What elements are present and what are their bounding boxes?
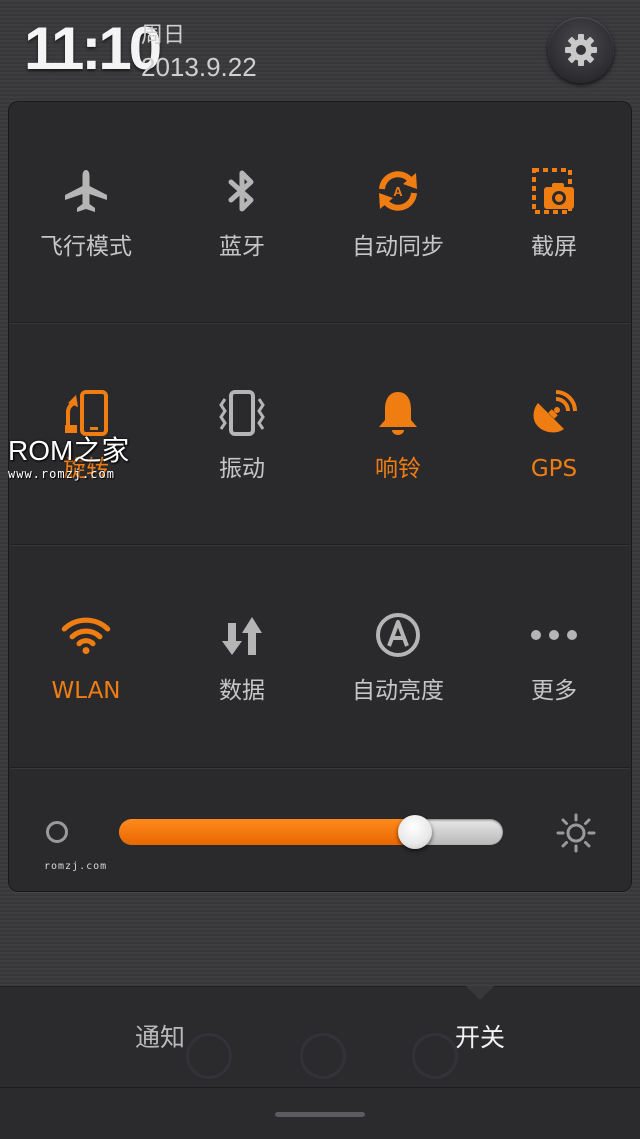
brightness-low-icon xyxy=(46,821,68,843)
gps-icon xyxy=(528,387,580,439)
brightness-slider[interactable] xyxy=(119,819,503,845)
drag-handle[interactable] xyxy=(275,1112,365,1117)
toggle-label: WLAN xyxy=(51,678,121,704)
vibrate-icon xyxy=(216,387,268,439)
bluetooth-icon xyxy=(216,165,268,217)
toggle-screenshot[interactable]: 截屏 xyxy=(476,101,632,323)
toggle-label: 振动 xyxy=(219,456,265,482)
toggle-data[interactable]: 数据 xyxy=(164,545,320,767)
rotate-icon xyxy=(60,387,112,439)
toggle-panel: 飞行模式 蓝牙 A 自动同步 截屏 旋转 振动 响铃 GPS WLAN 数据 自… xyxy=(8,101,632,892)
status-header: 11:10 周日 2013.9.22 xyxy=(0,0,640,100)
watermark-small: romzj.com xyxy=(44,861,108,872)
airplane-icon xyxy=(60,165,112,217)
bell-icon xyxy=(372,387,424,439)
toggle-label: 飞行模式 xyxy=(40,234,132,260)
toggle-more[interactable]: 更多 xyxy=(476,545,632,767)
tab-toggles[interactable]: 开关 xyxy=(380,1021,580,1055)
toggle-wlan[interactable]: WLAN xyxy=(8,545,164,767)
toggle-auto-brightness[interactable]: 自动亮度 xyxy=(320,545,476,767)
toggle-label: 自动亮度 xyxy=(352,678,444,704)
toggle-bluetooth[interactable]: 蓝牙 xyxy=(164,101,320,323)
brightness-row xyxy=(8,769,632,892)
wifi-icon xyxy=(60,609,112,661)
toggle-rotate[interactable]: 旋转 xyxy=(8,323,164,545)
auto-brightness-icon xyxy=(372,609,424,661)
toggle-label: 蓝牙 xyxy=(219,234,265,260)
watermark-url: www.romzj.com xyxy=(8,467,115,481)
gear-icon xyxy=(565,34,597,66)
watermark-logo: ROM之家 xyxy=(8,435,130,466)
toggle-sync[interactable]: A 自动同步 xyxy=(320,101,476,323)
tab-notifications[interactable]: 通知 xyxy=(60,1021,260,1055)
settings-button[interactable] xyxy=(548,17,614,83)
toggle-label: 截屏 xyxy=(531,234,577,260)
data-icon xyxy=(216,609,268,661)
toggle-airplane[interactable]: 飞行模式 xyxy=(8,101,164,323)
toggle-vibrate[interactable]: 振动 xyxy=(164,323,320,545)
brightness-slider-thumb[interactable] xyxy=(397,815,432,849)
toggle-ringer[interactable]: 响铃 xyxy=(320,323,476,545)
svg-text:A: A xyxy=(393,184,403,199)
watermark: ROM之家 www.romzj.com xyxy=(8,436,148,482)
toggle-label: 更多 xyxy=(531,678,577,704)
toggle-label: 数据 xyxy=(219,678,265,704)
more-icon xyxy=(528,609,580,661)
active-tab-indicator xyxy=(466,986,494,1000)
divider xyxy=(0,1087,640,1088)
toggle-gps[interactable]: GPS xyxy=(476,323,632,545)
screenshot-icon xyxy=(528,165,580,217)
toggle-label: 自动同步 xyxy=(352,234,444,260)
toggle-label: 响铃 xyxy=(375,456,421,482)
brightness-slider-fill xyxy=(119,819,415,845)
sync-icon: A xyxy=(372,165,424,217)
bottom-tab-bar: 通知 开关 xyxy=(0,986,640,1139)
clock: 11:10 xyxy=(24,15,162,82)
ghost-icon xyxy=(300,1033,346,1079)
sun-icon xyxy=(556,813,596,853)
toggle-label: GPS xyxy=(530,456,578,482)
date: 2013.9.22 xyxy=(141,52,257,82)
weekday: 周日 xyxy=(141,23,186,48)
